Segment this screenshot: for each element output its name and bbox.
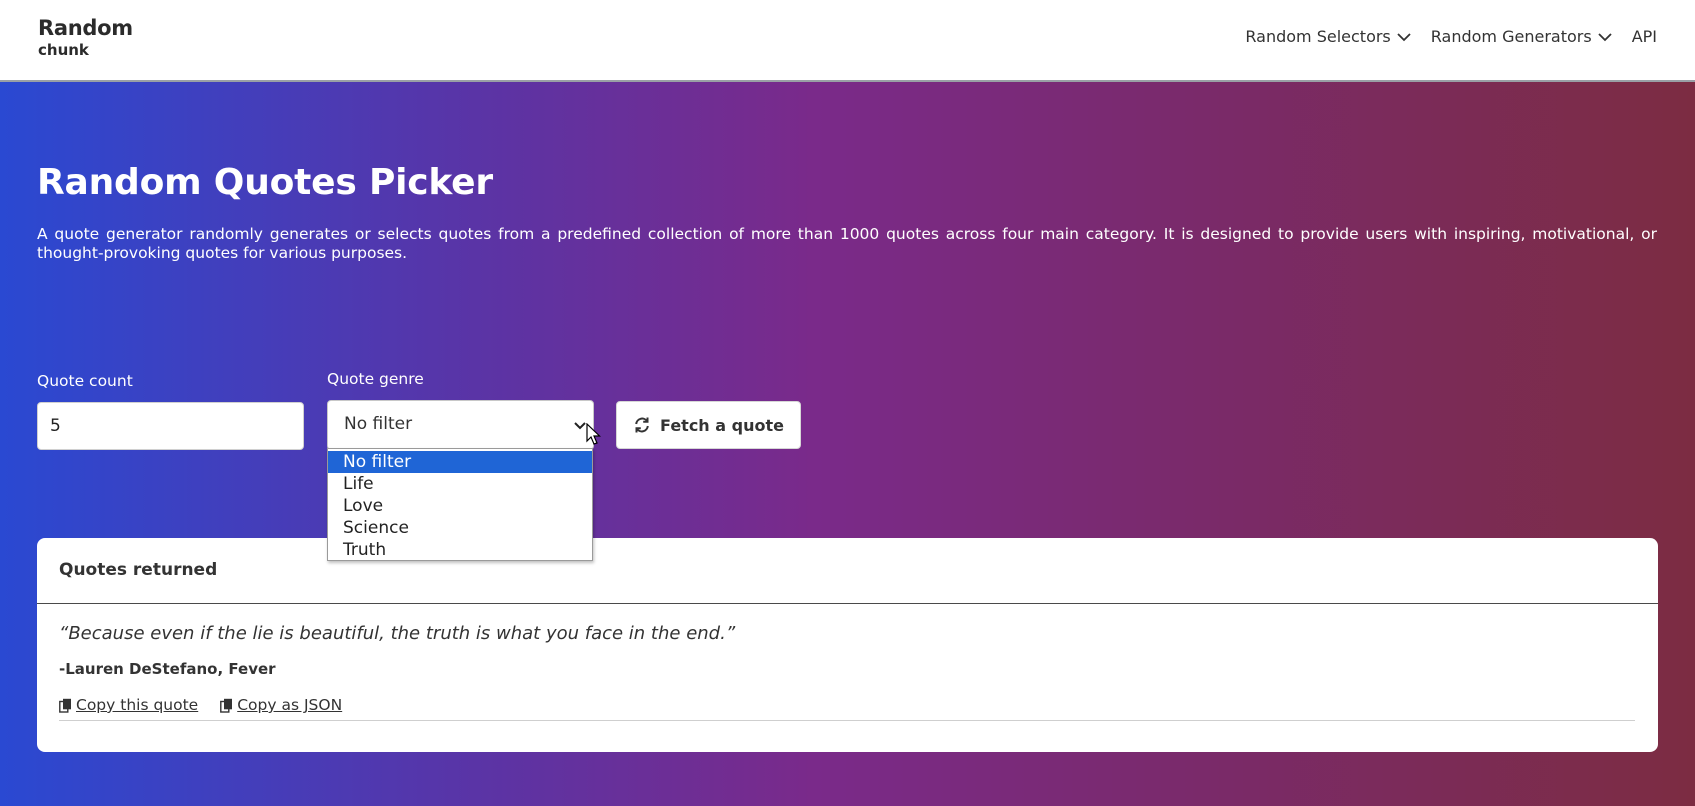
genre-option-no-filter[interactable]: No filter — [328, 451, 592, 473]
quote-genre-label: Quote genre — [327, 370, 424, 388]
chevron-down-icon — [574, 422, 586, 430]
quote-text: “Because even if the lie is beautiful, t… — [59, 623, 736, 644]
nav-random-selectors-label: Random Selectors — [1245, 27, 1391, 46]
nav-api[interactable]: API — [1632, 27, 1657, 46]
genre-option-truth[interactable]: Truth — [328, 539, 592, 561]
copy-quote-label: Copy this quote — [76, 696, 199, 714]
copy-json-link[interactable]: Copy as JSON — [220, 696, 342, 714]
page-description: A quote generator randomly generates or … — [37, 225, 1657, 262]
copy-json-label: Copy as JSON — [237, 696, 343, 714]
hero-section: Random Quotes Picker A quote generator r… — [0, 82, 1695, 806]
nav-api-label: API — [1631, 27, 1657, 46]
top-navbar: Random chunk Random Selectors Random Gen… — [0, 0, 1695, 82]
nav-random-generators[interactable]: Random Generators — [1431, 27, 1612, 46]
nav-menu: Random Selectors Random Generators API — [1225, 27, 1657, 46]
copy-quote-link[interactable]: Copy this quote — [59, 696, 198, 714]
quotes-panel-title: Quotes returned — [59, 560, 218, 580]
quote-count-input[interactable] — [37, 402, 304, 450]
quote-count-label: Quote count — [37, 372, 133, 390]
chevron-down-icon — [1598, 32, 1612, 41]
genre-option-science[interactable]: Science — [328, 517, 592, 539]
quote-genre-selected-value: No filter — [344, 414, 413, 434]
chevron-down-icon — [1397, 32, 1411, 41]
mouse-cursor-icon — [586, 423, 601, 445]
genre-option-life[interactable]: Life — [328, 473, 592, 495]
fetch-quote-label: Fetch a quote — [660, 415, 784, 435]
nav-random-selectors[interactable]: Random Selectors — [1245, 27, 1411, 46]
quote-genre-select[interactable]: No filter — [327, 400, 594, 450]
copy-icon — [59, 698, 71, 713]
quote-genre-dropdown: No filter Life Love Science Truth — [327, 448, 593, 561]
brand-title: Random — [38, 16, 133, 40]
brand-subtitle: chunk — [38, 41, 89, 59]
brand-logo[interactable]: Random chunk — [38, 16, 133, 59]
genre-option-love[interactable]: Love — [328, 495, 592, 517]
quote-author: -Lauren DeStefano, Fever — [59, 660, 276, 678]
refresh-icon — [635, 417, 649, 433]
quote-actions: Copy this quote Copy as JSON — [59, 696, 364, 714]
page-title: Random Quotes Picker — [37, 162, 493, 203]
nav-random-generators-label: Random Generators — [1430, 27, 1592, 46]
quotes-panel: Quotes returned “Because even if the lie… — [37, 538, 1658, 752]
copy-icon — [220, 698, 233, 713]
fetch-quote-button[interactable]: Fetch a quote — [616, 401, 801, 449]
divider — [59, 720, 1635, 721]
quotes-panel-header: Quotes returned — [37, 538, 1658, 604]
